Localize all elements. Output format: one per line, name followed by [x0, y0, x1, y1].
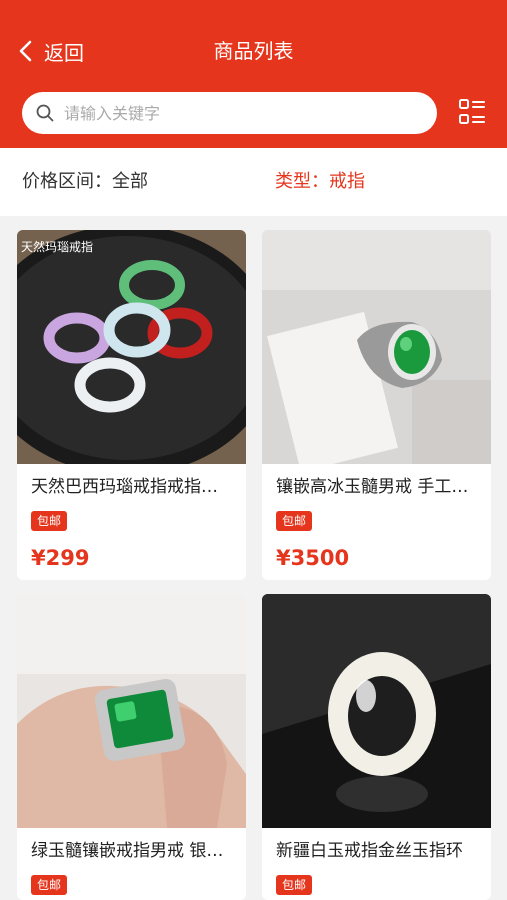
product-name: 新疆白玉戒指金丝玉指环 [276, 841, 463, 861]
product-grid: 天然玛瑙戒指 天然巴西玛瑙戒指戒指女款玛瑙指环 包邮 ¥299 镶嵌高冰玉髓男戒… [0, 216, 507, 900]
filter-bar: 价格区间：全部 类型：戒指 [0, 148, 507, 216]
search-input[interactable] [64, 103, 404, 123]
layout-toggle-button[interactable] [458, 98, 486, 126]
product-card[interactable]: 新疆白玉戒指金丝玉指环 包邮 [262, 594, 491, 900]
free-shipping-badge: 包邮 [276, 875, 313, 895]
product-price: ¥299 [31, 546, 90, 570]
product-card[interactable]: 镶嵌高冰玉髓男戒 手工银镶嵌 包邮 ¥3500 [262, 230, 491, 580]
product-image: 天然玛瑙戒指 [17, 230, 246, 464]
product-name: 镶嵌高冰玉髓男戒 手工银镶嵌 [276, 477, 491, 497]
search-icon [36, 104, 54, 122]
list-layout-icon [459, 99, 485, 124]
product-image [262, 594, 491, 828]
image-caption: 天然玛瑙戒指 [21, 240, 94, 254]
free-shipping-badge: 包邮 [31, 875, 68, 895]
search-bar[interactable] [22, 92, 437, 134]
free-shipping-badge: 包邮 [276, 511, 313, 531]
back-label: 返回 [44, 40, 84, 65]
product-name: 天然巴西玛瑙戒指戒指女款玛瑙指环 [31, 477, 246, 497]
product-image [17, 594, 246, 828]
back-button[interactable]: 返回 [18, 36, 84, 66]
type-filter[interactable]: 类型：戒指 [275, 170, 365, 194]
product-card[interactable]: 天然玛瑙戒指 天然巴西玛瑙戒指戒指女款玛瑙指环 包邮 ¥299 [17, 230, 246, 580]
chevron-left-icon [19, 40, 32, 62]
product-price: ¥3500 [276, 546, 350, 570]
price-range-filter[interactable]: 价格区间：全部 [22, 170, 148, 194]
product-name: 绿玉髓镶嵌戒指男戒 银镶嵌 [31, 841, 241, 861]
header-bar: 返回 商品列表 [0, 0, 507, 148]
product-card[interactable]: 绿玉髓镶嵌戒指男戒 银镶嵌 包邮 [17, 594, 246, 900]
product-image [262, 230, 491, 464]
free-shipping-badge: 包邮 [31, 511, 68, 531]
